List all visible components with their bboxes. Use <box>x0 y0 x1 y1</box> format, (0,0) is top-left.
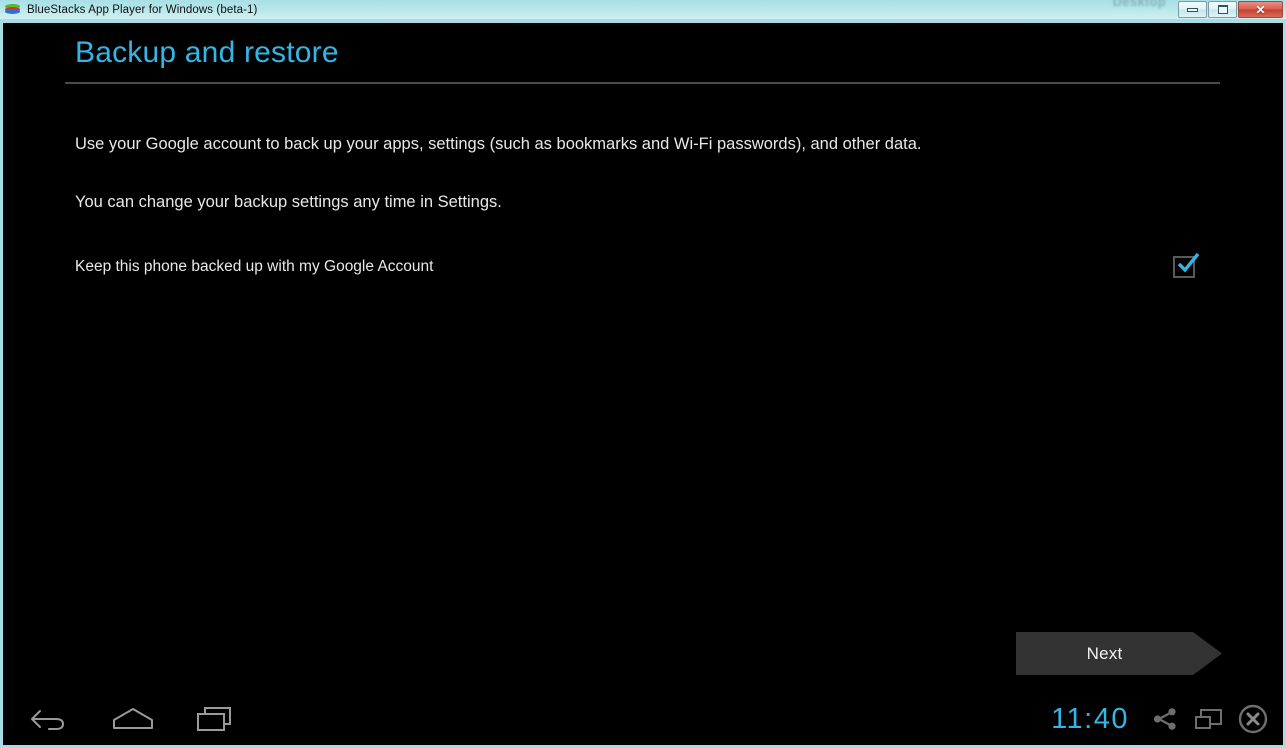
back-button[interactable] <box>27 701 73 737</box>
description-paragraph-1: Use your Google account to back up your … <box>75 135 922 153</box>
setup-description: Use your Google account to back up your … <box>75 133 1223 249</box>
minimize-button[interactable] <box>1178 1 1207 18</box>
backup-toggle-label: Keep this phone backed up with my Google… <box>75 258 434 275</box>
back-arrow-icon <box>31 710 65 730</box>
status-clock: 11:40 <box>1051 702 1129 735</box>
recent-apps-button[interactable] <box>193 701 239 737</box>
checkmark-icon <box>1177 252 1200 273</box>
maximize-button[interactable] <box>1208 1 1237 18</box>
next-button-label: Next <box>1086 643 1123 663</box>
navigation-buttons <box>27 701 239 737</box>
window-controls: ✕ <box>1178 1 1283 18</box>
window-title: BlueStacks App Player for Windows (beta-… <box>27 3 258 16</box>
status-area: 11:40 <box>1051 697 1275 741</box>
windowed-mode-button[interactable] <box>1187 697 1231 741</box>
minimize-icon <box>1187 7 1198 12</box>
restore-window-icon <box>1195 709 1222 729</box>
android-screen: Backup and restore Use your Google accou… <box>3 23 1283 745</box>
desktop-background-text: Desktop <box>1112 0 1166 9</box>
close-app-button[interactable] <box>1231 697 1275 741</box>
bluestacks-logo-icon <box>5 3 20 16</box>
share-icon <box>1153 708 1176 730</box>
android-system-bar: 11:40 <box>3 693 1283 745</box>
home-icon <box>113 708 153 729</box>
window-titlebar[interactable]: Desktop BlueStacks App Player for Window… <box>0 0 1286 19</box>
emulator-frame: Backup and restore Use your Google accou… <box>0 19 1286 748</box>
close-circle-icon <box>1238 704 1268 734</box>
window-close-button[interactable]: ✕ <box>1238 1 1283 18</box>
recent-apps-icon <box>197 707 231 731</box>
backup-toggle-row[interactable]: Keep this phone backed up with my Google… <box>75 251 1200 283</box>
page-title: Backup and restore <box>75 36 339 69</box>
next-button[interactable]: Next <box>1016 632 1222 675</box>
maximize-icon <box>1217 5 1228 14</box>
description-paragraph-2: You can change your backup settings any … <box>75 193 502 211</box>
close-icon: ✕ <box>1255 2 1266 17</box>
share-button[interactable] <box>1143 697 1187 741</box>
home-button[interactable] <box>110 701 156 737</box>
title-divider <box>65 82 1220 84</box>
backup-checkbox[interactable] <box>1173 252 1200 278</box>
